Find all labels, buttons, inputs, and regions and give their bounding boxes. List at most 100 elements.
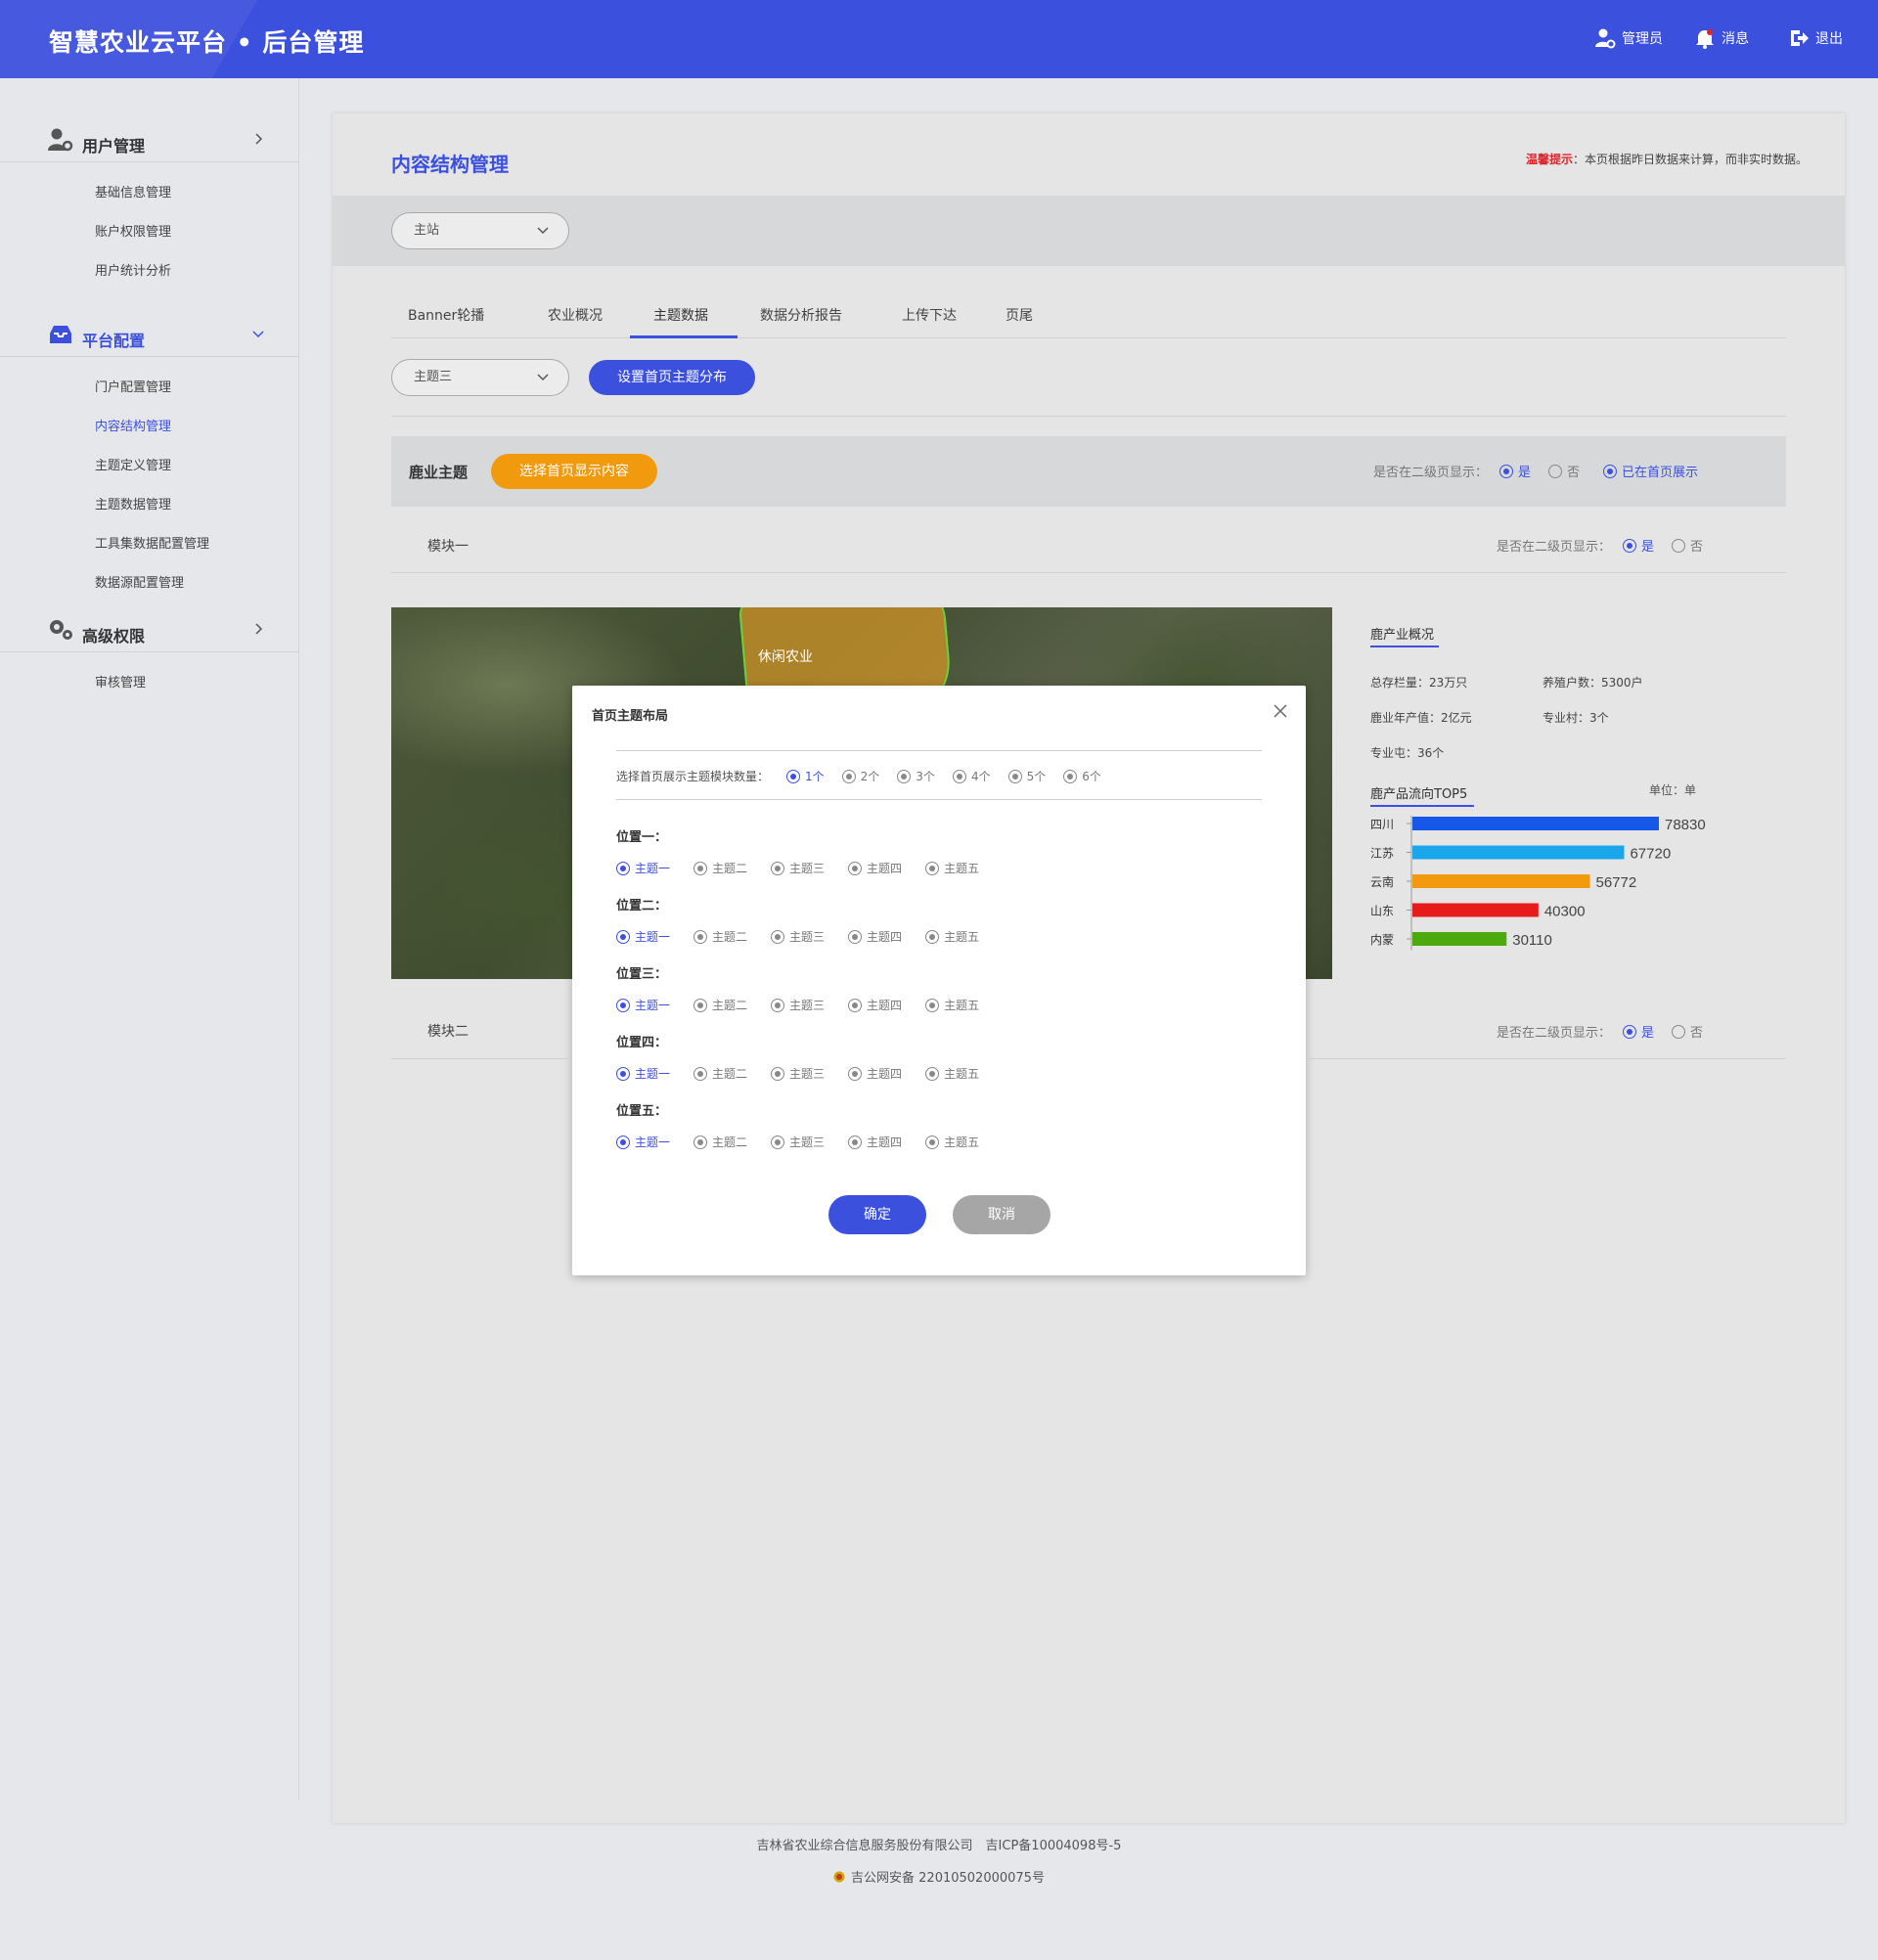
sidebar-section-label: 高级权限	[82, 627, 146, 646]
admin-button[interactable]: 管理员	[1594, 27, 1663, 49]
position-1-theme-5[interactable]: 主题五	[925, 860, 979, 876]
position-5-theme-5[interactable]: 主题五	[925, 1134, 979, 1150]
home-theme-layout-dialog: 首页主题布局 选择首页展示主题模块数量： 1个 2个 3个 4个 5个 6个 位置一： 主题…	[572, 686, 1306, 1275]
set-home-theme-button[interactable]: 设置首页主题分布	[589, 360, 755, 395]
count-option-4[interactable]: 4个	[952, 768, 991, 784]
count-option-3[interactable]: 3个	[897, 768, 935, 784]
choose-home-content-button[interactable]: 选择首页显示内容	[491, 454, 657, 489]
position-5-theme-4[interactable]: 主题四	[848, 1134, 902, 1150]
chevron-right-icon	[255, 623, 263, 635]
sidebar-section-platform-config[interactable]: 平台配置	[0, 308, 299, 357]
position-5-theme-1[interactable]: 主题一	[616, 1134, 670, 1150]
chart-bar	[1412, 817, 1659, 830]
count-option-2[interactable]: 2个	[841, 768, 879, 784]
tab-upload-dispatch[interactable]: 上传下达	[902, 305, 957, 325]
position-3-theme-5[interactable]: 主题五	[925, 997, 979, 1013]
position-2-theme-2[interactable]: 主题二	[693, 928, 747, 945]
stat-total-stock: 总存栏量：23万只	[1370, 676, 1468, 690]
module-count-selector: 选择首页展示主题模块数量： 1个 2个 3个 4个 5个 6个	[616, 768, 1101, 784]
chevron-down-icon	[537, 374, 549, 381]
sidebar-item-theme-data[interactable]: 主题数据管理	[95, 494, 171, 512]
site-select[interactable]: 主站	[391, 212, 569, 249]
position-1-theme-1[interactable]: 主题一	[616, 860, 670, 876]
position-2-theme-4[interactable]: 主题四	[848, 928, 902, 945]
position-5-theme-2[interactable]: 主题二	[693, 1134, 747, 1150]
radio-yes[interactable]: 是	[1623, 1022, 1654, 1041]
cancel-button[interactable]: 取消	[953, 1195, 1051, 1234]
sidebar-item-datasource-config[interactable]: 数据源配置管理	[95, 572, 184, 591]
police-badge-icon	[833, 1871, 845, 1882]
sidebar-item-basic-info[interactable]: 基础信息管理	[95, 182, 171, 200]
stat-annual-output: 鹿业年产值：2亿元	[1370, 711, 1472, 725]
position-theme-options-1: 主题一 主题二 主题三 主题四 主题五	[604, 860, 991, 876]
bell-icon	[1696, 29, 1714, 49]
sidebar-section-user-management[interactable]: 用户管理	[0, 113, 299, 162]
position-2-theme-1[interactable]: 主题一	[616, 928, 670, 945]
sidebar-item-toolset-data-config[interactable]: 工具集数据配置管理	[95, 533, 209, 552]
position-3-theme-1[interactable]: 主题一	[616, 997, 670, 1013]
tab-agri-overview[interactable]: 农业概况	[548, 305, 603, 325]
divider	[616, 799, 1262, 800]
position-4-theme-1[interactable]: 主题一	[616, 1065, 670, 1082]
logout-button[interactable]: 退出	[1788, 27, 1843, 49]
position-label-5: 位置五：	[616, 1104, 668, 1119]
position-4-theme-4[interactable]: 主题四	[848, 1065, 902, 1082]
position-1-theme-2[interactable]: 主题二	[693, 860, 747, 876]
count-option-1[interactable]: 1个	[786, 768, 825, 784]
position-4-theme-3[interactable]: 主题三	[771, 1065, 825, 1082]
confirm-button[interactable]: 确定	[828, 1195, 926, 1234]
sidebar-item-theme-definition[interactable]: 主题定义管理	[95, 455, 171, 473]
position-1-theme-4[interactable]: 主题四	[848, 860, 902, 876]
position-4-theme-2[interactable]: 主题二	[693, 1065, 747, 1082]
theme-select[interactable]: 主题三	[391, 359, 569, 396]
radio-yes[interactable]: 是	[1499, 462, 1531, 480]
sidebar-item-review[interactable]: 审核管理	[95, 672, 146, 690]
tab-footer[interactable]: 页尾	[1006, 305, 1033, 325]
radio-shown-on-home[interactable]: 已在首页展示	[1603, 462, 1698, 480]
chart-bar	[1412, 932, 1507, 946]
deer-overview-title: 鹿产业概况	[1370, 624, 1439, 647]
chart-category-label: 四川	[1370, 818, 1394, 831]
logout-icon	[1791, 30, 1809, 46]
theme-name: 鹿业主题	[409, 464, 469, 481]
tab-analysis-report[interactable]: 数据分析报告	[760, 305, 842, 325]
position-2-theme-5[interactable]: 主题五	[925, 928, 979, 945]
chart-bar	[1412, 845, 1625, 860]
tab-banner[interactable]: Banner轮播	[408, 305, 484, 325]
tab-theme-data[interactable]: 主题数据	[653, 305, 708, 325]
tab-bar: Banner轮播 农业概况 主题数据 数据分析报告 上传下达 页尾	[391, 291, 1786, 338]
module-two-secondary-display: 是否在二级页显示： 是 否	[1497, 1022, 1703, 1041]
message-button[interactable]: 消息	[1694, 27, 1749, 49]
position-3-theme-3[interactable]: 主题三	[771, 997, 825, 1013]
count-option-5[interactable]: 5个	[1007, 768, 1046, 784]
position-1-theme-3[interactable]: 主题三	[771, 860, 825, 876]
page-title: 内容结构管理	[391, 153, 509, 176]
position-5-theme-3[interactable]: 主题三	[771, 1134, 825, 1150]
sidebar-item-user-statistics[interactable]: 用户统计分析	[95, 260, 171, 279]
notice-text: 温馨提示：本页根据昨日数据来计算，而非实时数据。	[1525, 153, 1808, 166]
sidebar-item-account-permissions[interactable]: 账户权限管理	[95, 221, 171, 240]
chart-value-label: 56772	[1595, 874, 1636, 891]
count-option-6[interactable]: 6个	[1063, 768, 1101, 784]
chevron-right-icon	[255, 133, 263, 145]
position-theme-options-3: 主题一 主题二 主题三 主题四 主题五	[604, 997, 991, 1013]
admin-label: 管理员	[1622, 31, 1663, 47]
position-3-theme-2[interactable]: 主题二	[693, 997, 747, 1013]
radio-no[interactable]: 否	[1672, 536, 1703, 555]
radio-yes[interactable]: 是	[1623, 536, 1654, 555]
chart-category-label: 云南	[1370, 874, 1394, 889]
close-icon[interactable]	[1273, 703, 1288, 719]
sidebar-item-portal-config[interactable]: 门户配置管理	[95, 377, 171, 395]
position-2-theme-3[interactable]: 主题三	[771, 928, 825, 945]
sidebar-item-content-structure[interactable]: 内容结构管理	[95, 416, 171, 434]
position-3-theme-4[interactable]: 主题四	[848, 997, 902, 1013]
chart-value-label: 40300	[1544, 904, 1586, 920]
user-settings-icon	[1595, 28, 1616, 49]
chart-category-label: 山东	[1370, 905, 1394, 918]
sidebar-section-advanced-permissions[interactable]: 高级权限	[0, 603, 299, 652]
theme-secondary-display-options: 是否在二级页显示： 是 否 已在首页展示	[1373, 462, 1698, 480]
position-4-theme-5[interactable]: 主题五	[925, 1065, 979, 1082]
sidebar-section-label: 平台配置	[82, 332, 146, 350]
radio-no[interactable]: 否	[1672, 1022, 1703, 1041]
radio-no[interactable]: 否	[1548, 462, 1580, 480]
